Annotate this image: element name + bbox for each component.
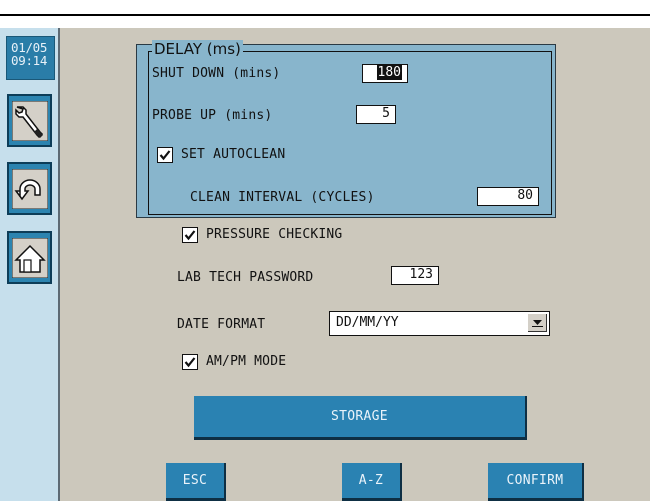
undo-button[interactable] bbox=[7, 162, 52, 215]
probe-up-field[interactable]: 5 bbox=[356, 105, 396, 124]
storage-button[interactable]: STORAGE bbox=[194, 396, 527, 440]
clean-interval-field[interactable]: 80 bbox=[477, 187, 539, 206]
ampm-mode-label: AM/PM MODE bbox=[206, 354, 287, 369]
shutdown-field[interactable]: 180 bbox=[362, 64, 408, 83]
wrench-button[interactable] bbox=[7, 94, 52, 147]
confirm-button[interactable]: CONFIRM bbox=[488, 463, 584, 501]
clean-interval-label: CLEAN INTERVAL (CYCLES) bbox=[190, 190, 375, 205]
a-z-button[interactable]: A-Z bbox=[342, 463, 402, 501]
lab-tech-password-label: LAB TECH PASSWORD bbox=[177, 270, 314, 285]
pressure-checking-label: PRESSURE CHECKING bbox=[206, 227, 343, 242]
shutdown-value: 180 bbox=[376, 65, 402, 80]
probe-up-label: PROBE UP (mins) bbox=[152, 108, 273, 123]
wrench-icon bbox=[11, 100, 48, 141]
date-format-label: DATE FORMAT bbox=[177, 317, 266, 332]
autoclean-label: SET AUTOCLEAN bbox=[181, 147, 286, 162]
lab-tech-password-field[interactable]: 123 bbox=[391, 266, 439, 285]
date-format-value: DD/MM/YY bbox=[336, 315, 399, 330]
top-divider bbox=[0, 14, 650, 16]
check-icon bbox=[184, 357, 196, 368]
pressure-checking-checkbox[interactable] bbox=[182, 227, 198, 243]
date-format-select[interactable]: DD/MM/YY bbox=[329, 311, 550, 336]
autoclean-checkbox[interactable] bbox=[157, 147, 173, 163]
check-icon bbox=[159, 150, 171, 161]
delay-group-legend: DELAY (ms) bbox=[152, 40, 243, 58]
home-button[interactable] bbox=[7, 231, 52, 284]
ampm-mode-checkbox[interactable] bbox=[182, 354, 198, 370]
shutdown-label: SHUT DOWN (mins) bbox=[152, 66, 281, 81]
clock-display: 01/05 09:14 bbox=[6, 36, 55, 80]
dropdown-arrow-button[interactable] bbox=[528, 314, 547, 332]
esc-button[interactable]: ESC bbox=[166, 463, 226, 501]
home-icon bbox=[11, 237, 48, 278]
check-icon bbox=[184, 230, 196, 241]
undo-icon bbox=[11, 168, 48, 209]
clock-time: 09:14 bbox=[11, 53, 48, 68]
chevron-down-icon bbox=[531, 320, 543, 327]
